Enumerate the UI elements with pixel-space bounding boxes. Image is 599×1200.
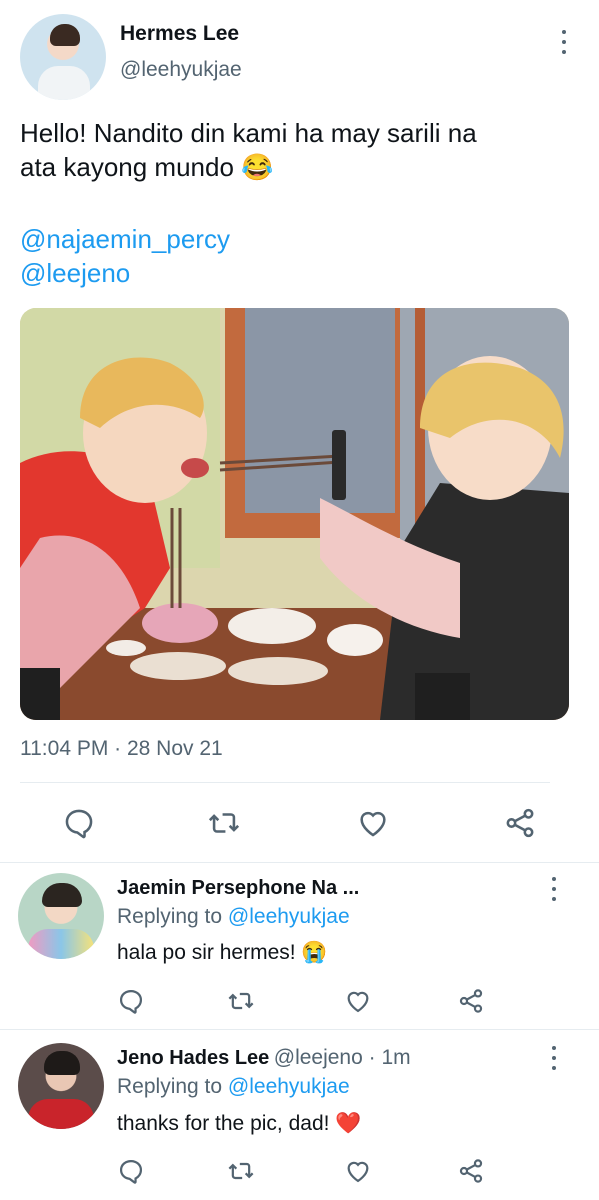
tweet-text-line-2-text: ata kayong mundo — [20, 152, 234, 182]
reply-author-name[interactable]: Jeno Hades Lee — [117, 1047, 269, 1069]
reply-icon[interactable] — [62, 806, 96, 840]
reply-avatar[interactable] — [18, 1043, 104, 1129]
share-icon[interactable] — [503, 806, 537, 840]
tweet-text: Hello! Nandito din kami ha may sarili na… — [20, 116, 580, 184]
tweet-timestamp[interactable]: 11:04 PM · 28 Nov 21 — [20, 737, 223, 761]
reply-author-name[interactable]: Jaemin Persephone Na ... — [117, 877, 387, 900]
timestamp-divider — [20, 782, 550, 783]
reply-icon[interactable] — [117, 987, 145, 1015]
reply-text-content: thanks for the pic, dad! — [117, 1112, 336, 1135]
tweet-author-handle[interactable]: @leehyukjae — [120, 58, 242, 82]
reply-author-handle-time[interactable]: @leejeno · 1m — [274, 1046, 411, 1069]
reply-text-content: hala po sir hermes! — [117, 941, 302, 964]
like-icon[interactable] — [343, 1157, 373, 1185]
tweet-actions — [0, 806, 599, 842]
replying-to-label: Replying to — [117, 905, 228, 928]
tweet-photo-illustration — [20, 308, 569, 720]
share-icon[interactable] — [457, 987, 485, 1015]
retweet-icon[interactable] — [226, 1157, 256, 1185]
retweet-icon[interactable] — [226, 987, 256, 1015]
mention-najaemin[interactable]: @najaemin_percy — [20, 222, 230, 256]
reply-more-icon[interactable] — [549, 877, 559, 901]
retweet-icon[interactable] — [206, 806, 242, 840]
like-icon[interactable] — [355, 806, 391, 840]
share-icon[interactable] — [457, 1157, 485, 1185]
heart-emoji-icon: ❤️ — [335, 1112, 362, 1135]
tweet-more-icon[interactable] — [559, 30, 569, 54]
reply-avatar[interactable] — [18, 873, 104, 959]
reply-item[interactable]: Jeno Hades Lee @leejeno · 1m Replying to… — [0, 1030, 599, 1200]
tweet-photo[interactable] — [20, 308, 569, 720]
tweet-author-name[interactable]: Hermes Lee — [120, 22, 239, 46]
replying-to-handle[interactable]: @leehyukjae — [228, 905, 350, 928]
reply-more-icon[interactable] — [549, 1046, 559, 1070]
tweet-text-line-2: ata kayong mundo 😂 — [20, 150, 580, 184]
reply-icon[interactable] — [117, 1157, 145, 1185]
reply-author-line: Jeno Hades Lee @leejeno · 1m — [117, 1046, 411, 1070]
tweet-author-avatar[interactable] — [20, 14, 106, 100]
replying-to-label: Replying to — [117, 1075, 228, 1098]
reply-replying-to: Replying to @leehyukjae — [117, 905, 350, 929]
mention-leejeno[interactable]: @leejeno — [20, 256, 130, 290]
crying-emoji-icon: 😭 — [301, 941, 328, 964]
reply-text: hala po sir hermes! 😭 — [117, 941, 328, 965]
reply-replying-to: Replying to @leehyukjae — [117, 1075, 350, 1099]
like-icon[interactable] — [343, 987, 373, 1015]
laughing-emoji-icon: 😂 — [241, 152, 274, 182]
tweet-text-line-1: Hello! Nandito din kami ha may sarili na — [20, 118, 477, 148]
reply-text: thanks for the pic, dad! ❤️ — [117, 1112, 361, 1136]
reply-item[interactable]: Jaemin Persephone Na ... Replying to @le… — [0, 863, 599, 1028]
replying-to-handle[interactable]: @leehyukjae — [228, 1075, 350, 1098]
